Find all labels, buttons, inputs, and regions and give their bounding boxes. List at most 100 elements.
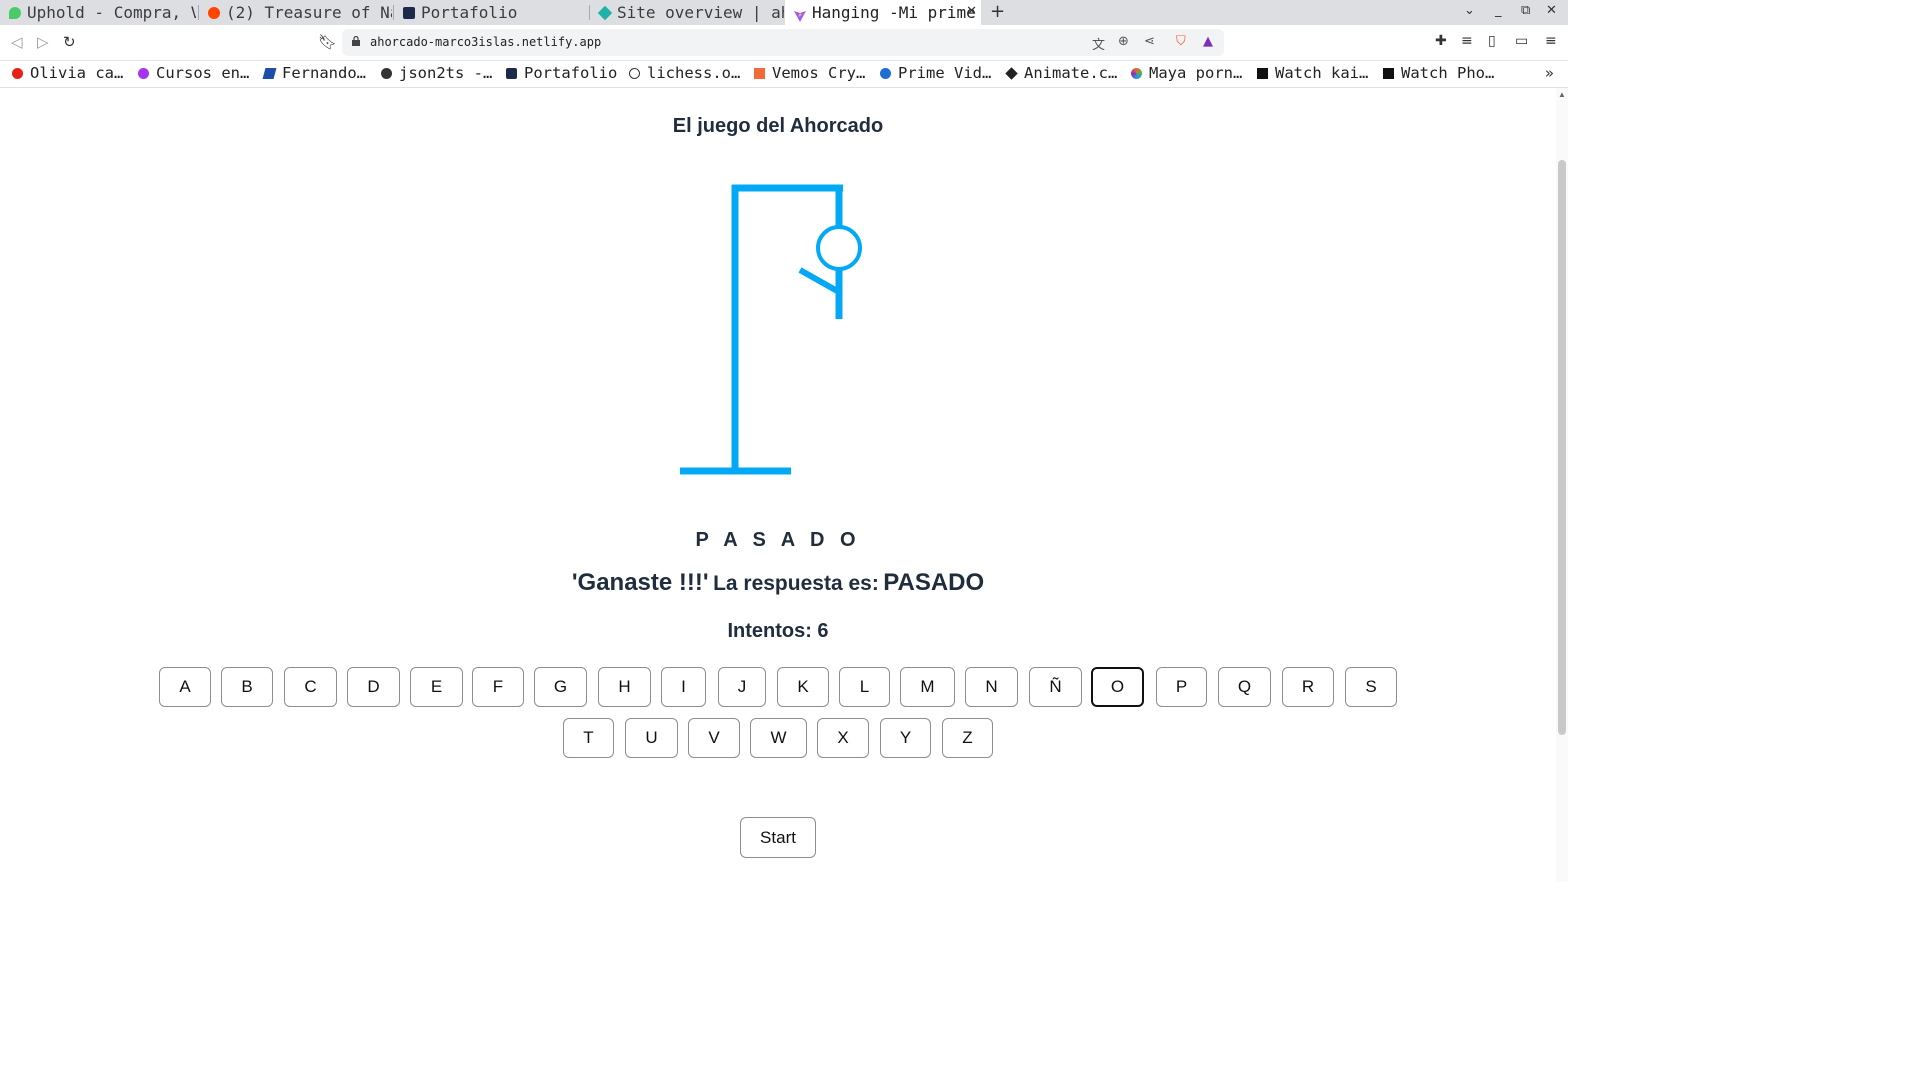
letter-key-x[interactable]: X <box>817 718 869 758</box>
bookmark-item[interactable]: Olivia ca… <box>12 64 123 82</box>
colorful-icon <box>1131 67 1142 79</box>
stack-icon <box>754 67 765 79</box>
letter-key-q[interactable]: Q <box>1218 667 1271 707</box>
letter-key-m[interactable]: M <box>900 667 955 707</box>
youtube-icon <box>12 67 23 79</box>
letter-key-j[interactable]: J <box>718 667 766 707</box>
letter-key-l[interactable]: L <box>839 667 890 707</box>
letter-key-ñ[interactable]: Ñ <box>1029 667 1082 707</box>
letter-key-b[interactable]: B <box>221 667 273 707</box>
letter-key-t[interactable]: T <box>563 718 614 758</box>
letter-key-d[interactable]: D <box>347 667 400 707</box>
letter-key-y[interactable]: Y <box>880 718 931 758</box>
letter-key-n[interactable]: N <box>965 667 1018 707</box>
word-letters: P A S A D O <box>695 529 861 551</box>
tab-label: Site overview | ah <box>617 3 784 22</box>
start-button[interactable]: Start <box>740 817 816 858</box>
tab-label: Hanging -Mi prime <box>812 3 976 22</box>
uphold-icon <box>9 6 21 19</box>
letter-key-f[interactable]: F <box>472 667 524 707</box>
letter-key-r[interactable]: R <box>1282 667 1334 707</box>
letter-key-g[interactable]: G <box>534 667 587 707</box>
bookmark-item[interactable]: Watch Pho… <box>1383 64 1494 82</box>
bookmark-item[interactable]: json2ts -… <box>381 64 492 82</box>
guessed-word: P A S A D O <box>0 529 1556 552</box>
bookmark-item[interactable]: lichess.o… <box>629 64 740 82</box>
letter-key-h[interactable]: H <box>598 667 651 707</box>
page-scrollbar[interactable]: ▲ <box>1556 88 1568 882</box>
letter-key-o[interactable]: O <box>1091 667 1144 707</box>
bookmark-item[interactable]: Prime Vid… <box>880 64 991 82</box>
briefcase-icon <box>403 6 415 19</box>
bookmark-item[interactable]: Fernando… <box>262 64 366 82</box>
lock-icon <box>352 36 360 46</box>
diamond-icon <box>1005 66 1018 80</box>
letter-key-z[interactable]: Z <box>942 718 993 758</box>
minimize-icon[interactable]: _ <box>1495 3 1502 18</box>
scroll-up-icon[interactable]: ▲ <box>1558 90 1566 99</box>
bookmark-item[interactable]: Maya porn… <box>1131 64 1242 82</box>
zoom-icon[interactable]: ⊕ <box>1118 34 1129 49</box>
share-icon[interactable]: ⋖ <box>1144 34 1155 49</box>
close-window-icon[interactable]: ✕ <box>1546 3 1557 18</box>
hangman-left-arm <box>798 267 841 295</box>
letter-key-p[interactable]: P <box>1156 667 1207 707</box>
netlify-icon <box>597 5 613 20</box>
letter-key-i[interactable]: I <box>661 667 706 707</box>
restore-icon[interactable]: ⧉ <box>1521 3 1530 18</box>
letter-key-e[interactable]: E <box>410 667 463 707</box>
bookmark-item[interactable]: Watch kai… <box>1257 64 1368 82</box>
url-text: ahorcado-marco3islas.netlify.app <box>370 35 602 49</box>
attempts-counter: Intentos: 6 <box>727 620 829 642</box>
wallet-icon[interactable]: ▭ <box>1515 33 1528 49</box>
bookmark-item[interactable]: Vemos Cry… <box>754 64 865 82</box>
letter-key-s[interactable]: S <box>1345 667 1397 707</box>
letter-key-c[interactable]: C <box>284 667 337 707</box>
win-message: 'Ganaste !!!' <box>571 569 709 596</box>
letter-key-a[interactable]: A <box>159 667 211 707</box>
answer-label: La respuesta es: <box>713 572 879 595</box>
site-icon <box>1257 67 1268 79</box>
back-icon[interactable]: ◁ <box>11 33 23 51</box>
tab-reddit[interactable]: (2) Treasure of Na <box>199 0 392 25</box>
menu-icon[interactable]: ≡ <box>1545 33 1557 49</box>
sidebar-icon[interactable]: ▯ <box>1488 33 1496 49</box>
lichess-icon <box>629 67 640 79</box>
playlist-icon[interactable]: ≡ <box>1461 33 1473 49</box>
tab-label: (2) Treasure of Na <box>226 3 392 22</box>
vite-icon <box>794 7 806 22</box>
tab-portafolio[interactable]: Portafolio <box>394 0 588 25</box>
reddit-icon <box>208 6 220 19</box>
tab-hanging[interactable]: Hanging -Mi prime ✕ <box>785 0 981 25</box>
address-bar[interactable]: ahorcado-marco3islas.netlify.app 文 ⊕ ⋖ ⛉… <box>342 29 1224 56</box>
extensions-icon[interactable]: ✚ <box>1435 33 1447 49</box>
hangman-head <box>816 225 862 271</box>
bookmark-item[interactable]: Portafolio <box>506 64 617 82</box>
letter-key-v[interactable]: V <box>688 718 740 758</box>
letter-key-k[interactable]: K <box>777 667 829 707</box>
bookmark-icon[interactable]: 🔖︎ <box>318 33 337 51</box>
new-tab-icon[interactable]: + <box>990 1 1005 22</box>
site-icon <box>1383 67 1394 79</box>
tab-label: Uphold - Compra, V <box>27 3 196 22</box>
bookmark-item[interactable]: Cursos en… <box>138 64 249 82</box>
fh-icon <box>262 67 277 79</box>
scroll-thumb[interactable] <box>1558 160 1566 735</box>
more-bookmarks-icon[interactable]: » <box>1545 64 1554 82</box>
tab-list-icon[interactable]: ⌄ <box>1464 3 1475 18</box>
bookmark-item[interactable]: Animate.c… <box>1005 64 1117 82</box>
tab-label: Portafolio <box>421 3 518 22</box>
forward-icon[interactable]: ▷ <box>37 33 49 51</box>
brave-shield-icon[interactable]: ⛉ <box>1176 34 1186 49</box>
close-tab-icon[interactable]: ✕ <box>966 4 977 19</box>
tab-netlify[interactable]: Site overview | ah <box>590 0 784 25</box>
letter-key-u[interactable]: U <box>625 718 678 758</box>
bookmarks-bar: Olivia ca… Cursos en… Fernando… json2ts … <box>0 61 1568 88</box>
brave-rewards-icon[interactable]: ▲ <box>1203 34 1213 49</box>
result-message: 'Ganaste !!!' La respuesta es: PASADO <box>0 569 1556 597</box>
translate-icon[interactable]: 文 <box>1092 34 1105 53</box>
letter-key-w[interactable]: W <box>750 718 807 758</box>
tab-uphold[interactable]: Uphold - Compra, V <box>0 0 196 25</box>
hangman-drawing <box>680 184 862 475</box>
reload-icon[interactable]: ↻ <box>63 33 76 51</box>
